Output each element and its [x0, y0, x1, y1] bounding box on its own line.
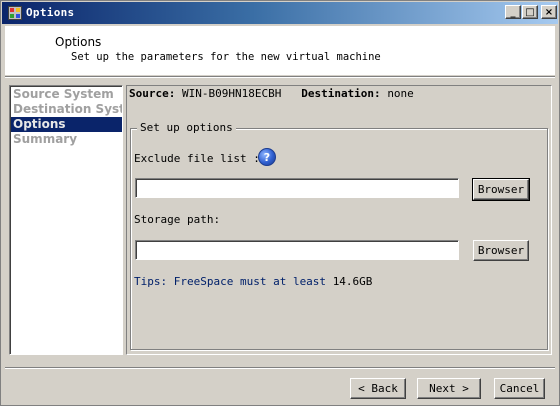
- maximize-button[interactable]: □: [522, 5, 538, 19]
- minimize-icon: _: [510, 6, 516, 18]
- footer-divider-highlight: [5, 368, 555, 369]
- help-glyph: ?: [263, 150, 271, 164]
- tip-text: Tips: FreeSpace must at least: [134, 275, 327, 288]
- next-button[interactable]: Next >: [417, 378, 481, 399]
- options-panel: Source: WIN-B09HN18ECBH Destination: non…: [126, 85, 552, 355]
- storage-browse-button[interactable]: Browser: [473, 240, 529, 261]
- step-item-source-system[interactable]: Source System: [11, 87, 122, 102]
- title-bar[interactable]: Options _ □ ×: [2, 2, 558, 24]
- step-item-destination-system[interactable]: Destination System: [11, 102, 122, 117]
- window-title: Options: [26, 6, 75, 19]
- back-button[interactable]: < Back: [350, 378, 406, 399]
- minimize-button[interactable]: _: [505, 5, 521, 19]
- page-title: Options: [55, 35, 102, 49]
- maximize-icon: □: [525, 6, 535, 18]
- exclude-file-list-label: Exclude file list :: [134, 152, 260, 165]
- app-icon: [8, 6, 22, 20]
- free-space-tip: Tips: FreeSpace must at least 14.6GB: [134, 275, 372, 288]
- wizard-header: Options Set up the parameters for the ne…: [5, 26, 555, 75]
- help-icon[interactable]: ?: [258, 148, 276, 166]
- storage-path-input[interactable]: [135, 240, 459, 260]
- exclude-file-list-input[interactable]: [135, 178, 459, 198]
- cancel-button[interactable]: Cancel: [494, 378, 545, 399]
- source-value: WIN-B09HN18ECBH: [181, 87, 282, 100]
- step-list[interactable]: Source System Destination System Options…: [9, 85, 123, 355]
- tip-value: 14.6GB: [332, 275, 373, 288]
- destination-label: Destination:: [301, 87, 381, 100]
- group-title: Set up options: [137, 121, 236, 134]
- wizard-window: Options _ □ × Options Set up the paramet…: [0, 0, 560, 406]
- storage-path-label: Storage path:: [134, 213, 221, 226]
- close-icon: ×: [544, 6, 554, 18]
- exclude-browse-button[interactable]: Browser: [472, 178, 530, 201]
- destination-value: none: [387, 87, 414, 100]
- header-divider-highlight: [5, 77, 555, 78]
- setup-options-group: Set up options Exclude file list : ? Bro…: [130, 121, 548, 350]
- source-destination-info: Source: WIN-B09HN18ECBH Destination: non…: [129, 87, 414, 100]
- step-item-summary[interactable]: Summary: [11, 132, 122, 147]
- source-label: Source:: [129, 87, 176, 100]
- step-item-options[interactable]: Options: [11, 117, 122, 132]
- page-subtitle: Set up the parameters for the new virtua…: [71, 51, 381, 63]
- close-button[interactable]: ×: [541, 5, 557, 19]
